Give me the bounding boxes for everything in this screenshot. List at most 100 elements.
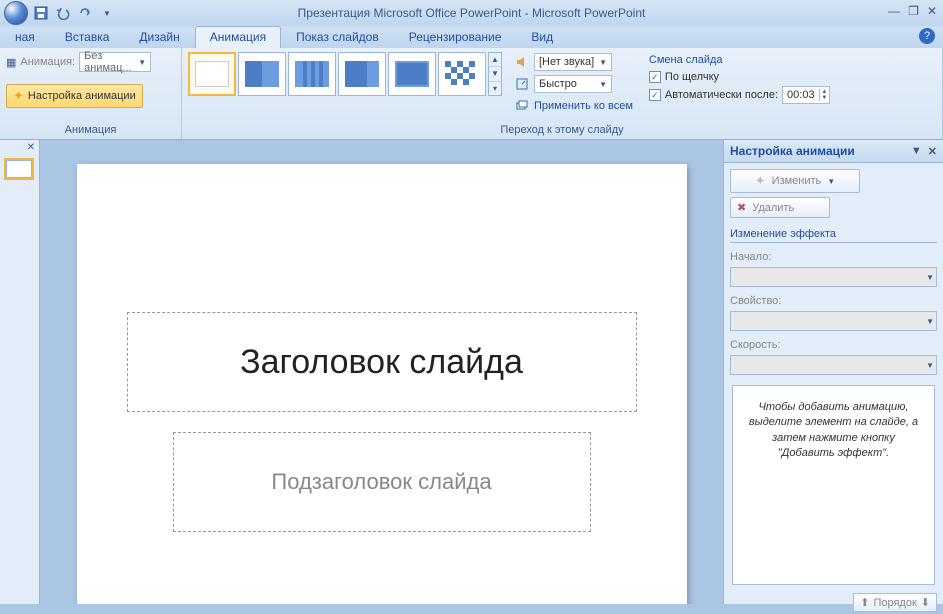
gallery-scroll: ▲ ▼ ▾ xyxy=(488,52,502,96)
save-icon[interactable] xyxy=(32,4,50,22)
reorder-label: Порядок xyxy=(873,597,916,609)
star-icon: ✦ xyxy=(13,88,24,104)
spin-down-icon[interactable]: ▼ xyxy=(820,95,829,101)
group-animation-title: Анимация xyxy=(0,122,181,139)
ribbon: ▦ Анимация: Без анимац... ▼ ✦ Настройка … xyxy=(0,48,943,140)
group-transition-title: Переход к этому слайду xyxy=(182,122,942,139)
chevron-down-icon: ▼ xyxy=(827,177,835,186)
redo-icon[interactable] xyxy=(76,4,94,22)
on-click-label: По щелчку xyxy=(665,71,719,83)
arrow-up-icon: ⬆ xyxy=(860,596,869,609)
delete-effect-button[interactable]: ✖ Удалить xyxy=(730,197,830,218)
window-controls: — ❐ ✕ xyxy=(888,4,937,18)
undo-icon[interactable] xyxy=(54,4,72,22)
on-click-checkbox[interactable]: ✓ xyxy=(649,71,661,83)
restore-button[interactable]: ❐ xyxy=(908,4,919,18)
taskpane-menu-icon[interactable]: ▼ xyxy=(911,145,922,158)
tab-animation[interactable]: Анимация xyxy=(195,26,281,48)
transition-item[interactable] xyxy=(438,52,486,96)
slide-thumbnail-pane: ✕ xyxy=(0,140,40,604)
taskpane-close-icon[interactable]: ✕ xyxy=(928,145,937,158)
slide-canvas[interactable]: Заголовок слайда Подзаголовок слайда xyxy=(40,140,723,604)
apply-to-all-button[interactable]: Применить ко всем xyxy=(514,96,633,116)
taskpane-info: Чтобы добавить анимацию, выделите элемен… xyxy=(732,385,935,585)
custom-animation-taskpane: Настройка анимации ▼ ✕ ✦ Изменить ▼ ✖ Уд… xyxy=(723,140,943,604)
gallery-more-icon[interactable]: ▾ xyxy=(489,82,501,95)
group-transition: ▲ ▼ ▾ [Нет звука] ▼ Быстро ▼ xyxy=(182,48,943,139)
title-placeholder[interactable]: Заголовок слайда xyxy=(127,312,637,412)
subtitle-placeholder[interactable]: Подзаголовок слайда xyxy=(173,432,591,532)
delete-effect-label: Удалить xyxy=(752,202,794,214)
gallery-down-icon[interactable]: ▼ xyxy=(489,67,501,81)
close-button[interactable]: ✕ xyxy=(927,4,937,18)
slide[interactable]: Заголовок слайда Подзаголовок слайда xyxy=(77,164,687,604)
advance-slide: Смена слайда ✓ По щелчку ✓ Автоматически… xyxy=(649,52,830,104)
change-effect-button[interactable]: ✦ Изменить ▼ xyxy=(730,169,860,193)
subtitle-placeholder-text: Подзаголовок слайда xyxy=(271,469,491,495)
transition-item[interactable] xyxy=(288,52,336,96)
transition-item[interactable] xyxy=(388,52,436,96)
auto-after-checkbox[interactable]: ✓ xyxy=(649,89,661,101)
animation-combo[interactable]: Без анимац... ▼ xyxy=(79,52,151,72)
chevron-down-icon: ▼ xyxy=(599,80,607,89)
star-icon: ✦ xyxy=(755,173,766,189)
pane-close-icon[interactable]: ✕ xyxy=(27,142,35,153)
transition-options: [Нет звука] ▼ Быстро ▼ Применить ко всем xyxy=(514,52,633,116)
office-button[interactable] xyxy=(4,1,28,25)
tab-slideshow[interactable]: Показ слайдов xyxy=(281,26,394,48)
chevron-down-icon: ▼ xyxy=(926,273,934,282)
sound-value: [Нет звука] xyxy=(539,56,594,68)
taskpane-header: Настройка анимации ▼ ✕ xyxy=(724,140,943,163)
tab-design[interactable]: Дизайн xyxy=(124,26,194,48)
property-combo[interactable]: ▼ xyxy=(730,311,937,331)
tab-home[interactable]: ная xyxy=(0,26,50,48)
gallery-up-icon[interactable]: ▲ xyxy=(489,53,501,67)
auto-after-spinner[interactable]: 00:03 ▲▼ xyxy=(782,86,830,104)
transition-sound-combo[interactable]: [Нет звука] ▼ xyxy=(534,53,612,71)
auto-after-value: 00:03 xyxy=(783,89,819,101)
qat-more-icon[interactable]: ▼ xyxy=(98,4,116,22)
chevron-down-icon: ▼ xyxy=(138,58,146,67)
delete-icon: ✖ xyxy=(737,201,746,214)
tab-insert[interactable]: Вставка xyxy=(50,26,125,48)
help-icon[interactable]: ? xyxy=(919,28,935,44)
transition-item[interactable] xyxy=(238,52,286,96)
title-placeholder-text: Заголовок слайда xyxy=(240,343,523,382)
chevron-down-icon: ▼ xyxy=(926,317,934,326)
quick-access-toolbar: ▼ xyxy=(32,4,116,22)
transition-item[interactable] xyxy=(338,52,386,96)
taskpane-body: ✦ Изменить ▼ ✖ Удалить Изменение эффекта… xyxy=(724,163,943,591)
transition-none[interactable] xyxy=(188,52,236,96)
transition-gallery: ▲ ▼ ▾ xyxy=(188,52,502,96)
custom-animation-button[interactable]: ✦ Настройка анимации xyxy=(6,84,143,108)
animation-label: Анимация: xyxy=(20,56,75,68)
slide-thumbnail-1[interactable] xyxy=(4,158,34,180)
tab-view[interactable]: Вид xyxy=(516,26,568,48)
start-combo[interactable]: ▼ xyxy=(730,267,937,287)
transition-speed-combo[interactable]: Быстро ▼ xyxy=(534,75,612,93)
start-label: Начало: xyxy=(730,251,937,263)
reorder-button[interactable]: ⬆ Порядок ⬇ xyxy=(853,593,937,612)
chevron-down-icon: ▼ xyxy=(599,58,607,67)
chevron-down-icon: ▼ xyxy=(926,361,934,370)
preview-icon[interactable]: ▦ xyxy=(6,56,16,69)
speed-label: Скорость: xyxy=(730,339,937,351)
auto-after-label: Автоматически после: xyxy=(665,89,778,101)
sound-icon xyxy=(514,54,530,70)
apply-all-icon xyxy=(514,98,530,114)
custom-animation-label: Настройка анимации xyxy=(28,90,136,102)
workspace: ✕ Заголовок слайда Подзаголовок слайда Н… xyxy=(0,140,943,604)
property-label: Свойство: xyxy=(730,295,937,307)
change-effect-label: Изменить xyxy=(772,175,822,187)
minimize-button[interactable]: — xyxy=(888,4,900,18)
speed-combo[interactable]: ▼ xyxy=(730,355,937,375)
speed-value: Быстро xyxy=(539,78,577,90)
advance-title: Смена слайда xyxy=(649,54,830,66)
title-bar: ▼ Презентация Microsoft Office PowerPoin… xyxy=(0,0,943,26)
tab-review[interactable]: Рецензирование xyxy=(394,26,517,48)
ribbon-tabs: ная Вставка Дизайн Анимация Показ слайдо… xyxy=(0,26,943,48)
speed-icon xyxy=(514,76,530,92)
taskpane-title: Настройка анимации xyxy=(730,144,855,158)
window-title: Презентация Microsoft Office PowerPoint … xyxy=(298,6,646,20)
group-animation: ▦ Анимация: Без анимац... ▼ ✦ Настройка … xyxy=(0,48,182,139)
